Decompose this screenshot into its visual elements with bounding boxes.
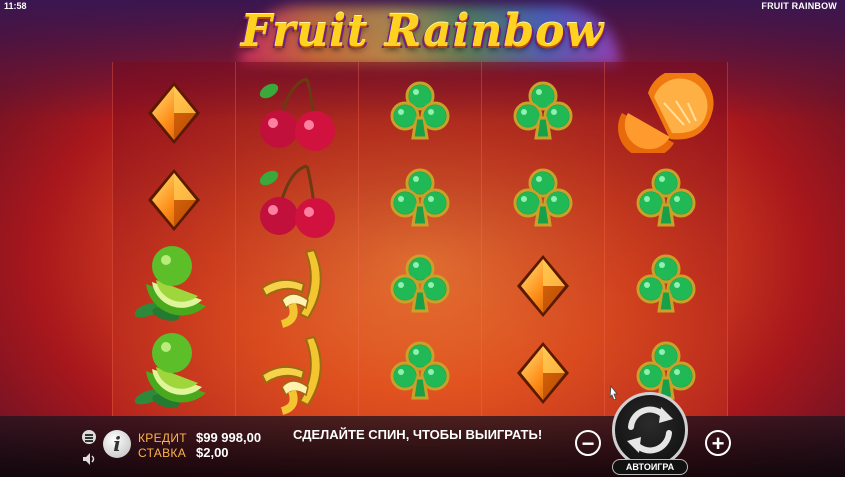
club-symbol <box>605 157 727 243</box>
spin-arrows-icon <box>627 406 673 454</box>
diamond-symbol <box>482 330 604 416</box>
credit-label: КРЕДИТ <box>138 431 187 445</box>
club-symbol <box>482 70 604 156</box>
autoplay-button[interactable]: АВТОИГРА <box>612 459 688 475</box>
club-symbol <box>359 330 481 416</box>
spin-button[interactable] <box>612 392 688 468</box>
info-icon: i <box>113 432 121 456</box>
cherries-symbol <box>236 157 358 243</box>
status-message: СДЕЛАЙТЕ СПИН, ЧТОБЫ ВЫИГРАТЬ! <box>293 427 543 442</box>
bet-label: СТАВКА <box>138 446 187 460</box>
reels-grid <box>112 62 728 416</box>
lime-symbol <box>113 243 235 329</box>
reel-4 <box>481 62 604 416</box>
game-logo: Fruit Rainbow <box>0 6 845 57</box>
reel-5 <box>604 62 728 416</box>
club-symbol <box>359 70 481 156</box>
lime-symbol <box>113 330 235 416</box>
speaker-icon[interactable] <box>82 452 98 466</box>
club-symbol <box>359 157 481 243</box>
bet-value: $2,00 <box>196 445 229 460</box>
club-symbol <box>605 243 727 329</box>
reel-3 <box>358 62 481 416</box>
club-symbol <box>482 157 604 243</box>
logo-text: Fruit Rainbow <box>240 6 605 57</box>
info-button[interactable]: i <box>103 430 131 458</box>
diamond-symbol <box>113 70 235 156</box>
decrease-bet-button[interactable]: − <box>575 430 601 456</box>
diamond-symbol <box>113 157 235 243</box>
reel-2 <box>235 62 358 416</box>
increase-bet-button[interactable]: + <box>705 430 731 456</box>
credit-value: $99 998,00 <box>196 430 262 445</box>
club-symbol <box>359 243 481 329</box>
banana-symbol <box>236 330 358 416</box>
diamond-symbol <box>482 243 604 329</box>
orange-symbol <box>605 70 727 156</box>
reel-1 <box>112 62 235 416</box>
pointer-hand-icon <box>609 384 618 401</box>
banana-symbol <box>236 243 358 329</box>
menu-icon[interactable] <box>82 430 96 444</box>
cherries-symbol <box>236 70 358 156</box>
